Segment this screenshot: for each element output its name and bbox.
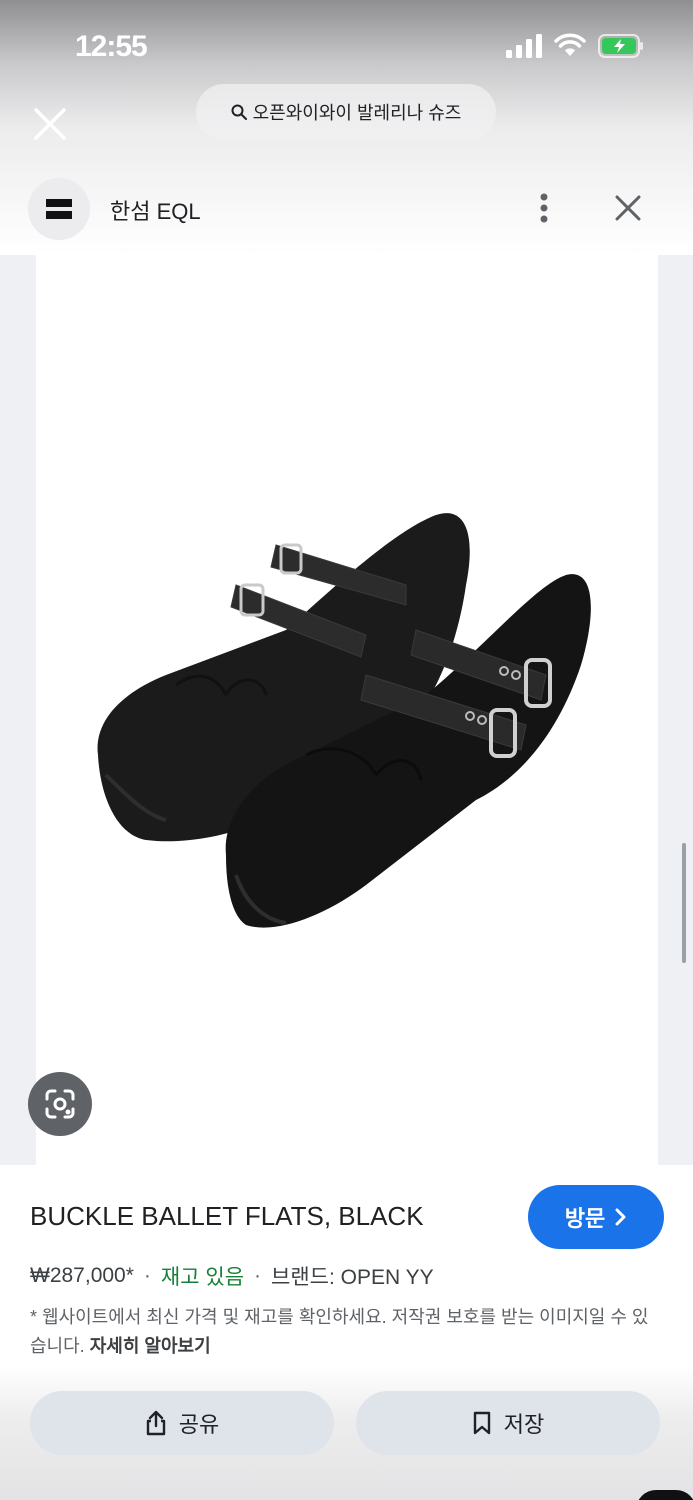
site-logo-icon — [46, 199, 72, 219]
status-time: 12:55 — [75, 30, 148, 63]
lens-icon — [45, 1089, 75, 1119]
source-logo[interactable] — [28, 178, 90, 240]
scrollbar[interactable] — [682, 843, 686, 963]
close-viewer-button[interactable] — [26, 100, 74, 148]
source-name[interactable]: 한섬 EQL — [110, 194, 201, 226]
signal-icon — [506, 34, 542, 58]
visit-button[interactable]: 방문 — [528, 1185, 664, 1249]
visit-button-label: 방문 — [564, 1206, 606, 1231]
product-price: ₩287,000* — [30, 1264, 134, 1287]
more-vert-icon — [540, 193, 548, 223]
ballet-flats-illustration — [97, 513, 591, 928]
product-info-panel: BUCKLE BALLET FLATS, BLACK 방문 ₩287,000* … — [0, 1165, 693, 1365]
share-icon — [146, 1410, 165, 1436]
product-brand: 브랜드: OPEN YY — [271, 1266, 434, 1289]
disclaimer-text: * 웹사이트에서 최신 가격 및 재고를 확인하세요. 저작권 보호를 받는 이… — [30, 1303, 660, 1361]
search-icon — [231, 104, 247, 120]
product-image[interactable] — [36, 255, 658, 1165]
stock-status: 재고 있음 — [160, 1266, 245, 1289]
bookmark-icon — [473, 1411, 490, 1435]
wifi-icon — [554, 33, 586, 56]
separator-dot: · — [254, 1264, 262, 1287]
lens-search-button[interactable] — [28, 1072, 92, 1136]
search-query-chip[interactable]: 오픈와이와이 발레리나 슈즈 — [196, 84, 496, 140]
share-button-label: 공유 — [178, 1412, 220, 1437]
corner-overlay — [636, 1490, 693, 1500]
status-bar: 12:55 — [0, 0, 693, 90]
save-button-label: 저장 — [503, 1412, 545, 1437]
battery-charging-icon — [598, 34, 643, 58]
learn-more-link[interactable]: 자세히 알아보기 — [90, 1336, 211, 1356]
search-query-text: 오픈와이와이 발레리나 슈즈 — [252, 103, 462, 123]
separator-dot: · — [143, 1264, 151, 1287]
close-icon — [34, 108, 66, 140]
product-meta: ₩287,000* · 재고 있음 · 브랜드: OPEN YY — [30, 1261, 434, 1291]
bottom-action-bar: 공유 저장 — [0, 1365, 693, 1500]
save-button[interactable]: 저장 — [356, 1391, 660, 1455]
share-button[interactable]: 공유 — [30, 1391, 334, 1455]
chevron-right-icon — [615, 1208, 626, 1226]
more-options-button[interactable] — [527, 188, 561, 228]
source-bar: 한섬 EQL — [0, 170, 693, 250]
close-source-button[interactable] — [608, 188, 648, 228]
image-viewer — [0, 255, 693, 1165]
product-title[interactable]: BUCKLE BALLET FLATS, BLACK — [30, 1201, 424, 1232]
close-icon — [615, 195, 641, 221]
